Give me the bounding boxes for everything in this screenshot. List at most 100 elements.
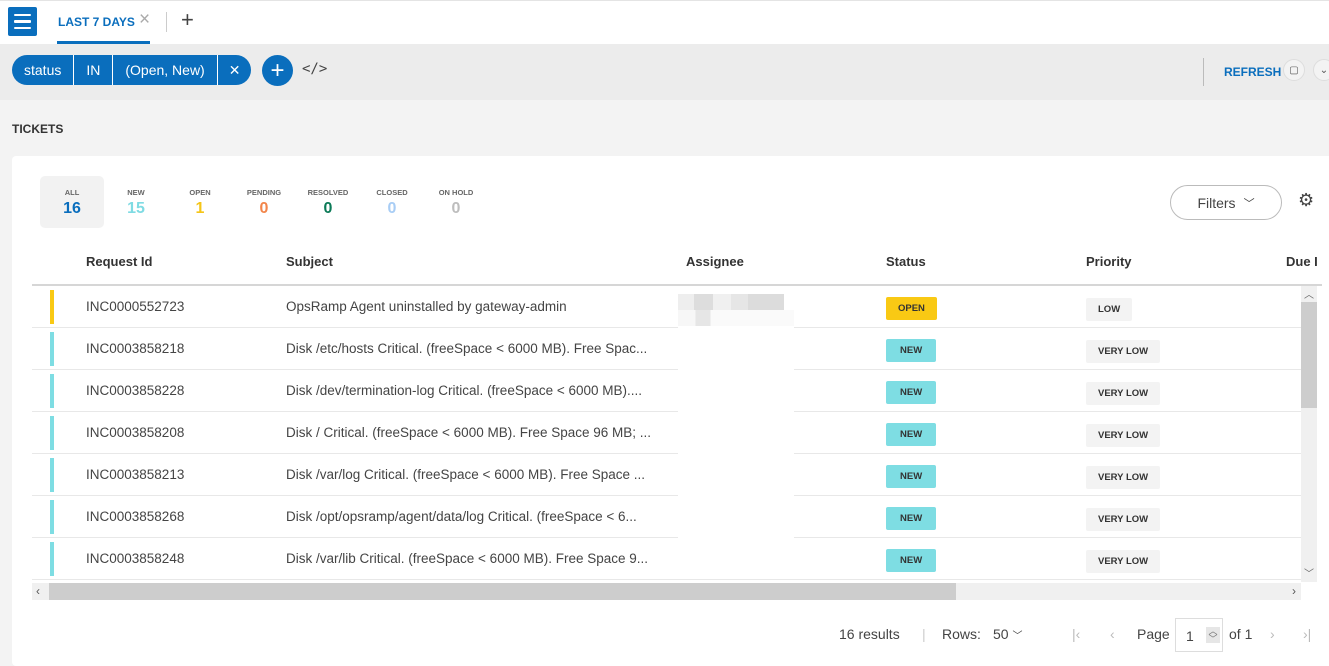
status-badge: OPEN bbox=[886, 297, 937, 320]
status-badge: NEW bbox=[886, 423, 937, 446]
scroll-right-icon[interactable]: › bbox=[1292, 584, 1296, 598]
table-row[interactable]: INC0003858218 Disk /etc/hosts Critical. (… bbox=[32, 328, 1301, 370]
column-header-due[interactable]: Due I bbox=[1286, 254, 1318, 269]
status-indicator bbox=[50, 332, 54, 366]
page-label: Page bbox=[1137, 626, 1170, 642]
subject[interactable]: Disk /var/lib Critical. (freeSpace < 600… bbox=[286, 551, 648, 566]
remove-filter-icon[interactable]: ✕ bbox=[218, 55, 252, 85]
table-row[interactable]: INC0003858208 Disk / Critical. (freeSpace… bbox=[32, 412, 1301, 454]
page-number-input[interactable]: 1 ︿ ﹀ bbox=[1175, 618, 1223, 652]
priority-badge: VERY LOW bbox=[1086, 382, 1161, 405]
first-page-icon[interactable]: |‹ bbox=[1072, 626, 1080, 642]
column-header-subject[interactable]: Subject bbox=[286, 254, 333, 269]
filters-button[interactable]: Filters ﹀ bbox=[1170, 185, 1282, 220]
stat-pending[interactable]: PENDING 0 bbox=[232, 176, 296, 228]
scroll-up-icon[interactable]: ︿ bbox=[1304, 286, 1314, 301]
last-page-icon[interactable]: ›| bbox=[1303, 626, 1311, 642]
request-id[interactable]: INC0003858268 bbox=[86, 509, 184, 524]
subject[interactable]: Disk /dev/termination-log Critical. (fre… bbox=[286, 383, 642, 398]
add-filter-button[interactable]: + bbox=[262, 55, 293, 86]
stat-all[interactable]: ALL 16 bbox=[40, 176, 104, 228]
filters-label: Filters bbox=[1197, 194, 1236, 211]
stat-value: 15 bbox=[127, 200, 145, 217]
auto-refresh-icon[interactable]: ▢ bbox=[1283, 59, 1305, 81]
rows-per-page-select[interactable]: 50 ﹀ bbox=[993, 626, 1022, 642]
table-row[interactable]: INC0003858248 Disk /var/lib Critical. (fr… bbox=[32, 538, 1301, 580]
filter-value[interactable]: (Open, New) bbox=[113, 55, 218, 85]
stat-label: PENDING bbox=[246, 188, 282, 197]
tab-label: LAST 7 DAYS bbox=[58, 15, 135, 29]
page-title: TICKETS bbox=[12, 122, 64, 136]
subject[interactable]: Disk / Critical. (freeSpace < 6000 MB). … bbox=[286, 425, 651, 440]
tab-last-7-days[interactable]: LAST 7 DAYS × bbox=[57, 1, 150, 45]
stat-closed[interactable]: CLOSED 0 bbox=[360, 176, 424, 228]
priority-badge: VERY LOW bbox=[1086, 466, 1161, 489]
next-page-icon[interactable]: › bbox=[1270, 626, 1275, 642]
code-view-icon[interactable]: </> bbox=[302, 61, 327, 77]
chevron-down-icon[interactable]: ⌄ bbox=[1313, 59, 1329, 81]
filter-bar: status IN (Open, New) ✕ + </> REFRESH ▢ … bbox=[0, 44, 1329, 100]
page-value: 1 bbox=[1186, 628, 1194, 644]
column-header-status[interactable]: Status bbox=[886, 254, 926, 269]
stat-value: 1 bbox=[195, 200, 205, 217]
subject[interactable]: Disk /etc/hosts Critical. (freeSpace < 6… bbox=[286, 341, 647, 356]
close-tab-icon[interactable]: × bbox=[139, 10, 150, 29]
results-count: 16 results bbox=[839, 626, 900, 642]
stat-open[interactable]: OPEN 1 bbox=[168, 176, 232, 228]
stat-resolved[interactable]: RESOLVED 0 bbox=[296, 176, 360, 228]
horizontal-scrollbar[interactable]: ‹ › bbox=[32, 583, 1301, 600]
gear-icon[interactable]: ⚙ bbox=[1298, 191, 1314, 209]
page-stepper-icon[interactable]: ︿ ﹀ bbox=[1206, 627, 1220, 644]
hamburger-menu-icon[interactable] bbox=[8, 7, 37, 36]
request-id[interactable]: INC0003858208 bbox=[86, 425, 184, 440]
priority-badge: VERY LOW bbox=[1086, 340, 1161, 363]
stat-on-hold[interactable]: ON HOLD 0 bbox=[424, 176, 488, 228]
request-id[interactable]: INC0003858218 bbox=[86, 341, 184, 356]
subject[interactable]: OpsRamp Agent uninstalled by gateway-adm… bbox=[286, 299, 567, 314]
status-indicator bbox=[50, 374, 54, 408]
request-id[interactable]: INC0003858248 bbox=[86, 551, 184, 566]
filter-operator[interactable]: IN bbox=[74, 55, 114, 85]
chevron-down-icon: ﹀ bbox=[1012, 631, 1023, 642]
stat-label: NEW bbox=[127, 188, 145, 197]
status-badge: NEW bbox=[886, 507, 937, 530]
request-id[interactable]: INC0000552723 bbox=[86, 299, 184, 314]
add-tab-icon[interactable]: + bbox=[181, 9, 194, 31]
vertical-scrollbar[interactable]: ︿ ﹀ bbox=[1301, 286, 1317, 582]
horizontal-scroll-thumb[interactable] bbox=[49, 583, 956, 600]
status-badge: NEW bbox=[886, 339, 937, 362]
rows-label: Rows: bbox=[942, 626, 981, 642]
status-indicator bbox=[50, 290, 54, 324]
divider: | bbox=[922, 626, 926, 642]
filter-field[interactable]: status bbox=[12, 55, 75, 85]
scroll-down-icon[interactable]: ﹀ bbox=[1304, 565, 1314, 580]
chevron-down-icon: ﹀ bbox=[1243, 197, 1255, 210]
table-row[interactable]: INC0003858268 Disk /opt/opsramp/agent/dat… bbox=[32, 496, 1301, 538]
stat-new[interactable]: NEW 15 bbox=[104, 176, 168, 228]
table-row[interactable]: INC0000552723 OpsRamp Agent uninstalled b… bbox=[32, 286, 1301, 328]
previous-page-icon[interactable]: ‹ bbox=[1110, 626, 1115, 642]
stat-label: ALL bbox=[64, 188, 80, 197]
status-indicator bbox=[50, 416, 54, 450]
stat-label: RESOLVED bbox=[307, 188, 349, 197]
column-header-assignee[interactable]: Assignee bbox=[686, 254, 744, 269]
divider bbox=[1203, 58, 1204, 86]
tickets-card: ALL 16 NEW 15 OPEN 1 PENDING 0 RESOLVED … bbox=[12, 156, 1329, 666]
table-row[interactable]: INC0003858228 Disk /dev/termination-log C… bbox=[32, 370, 1301, 412]
request-id[interactable]: INC0003858228 bbox=[86, 383, 184, 398]
status-badge: NEW bbox=[886, 549, 937, 572]
scroll-left-icon[interactable]: ‹ bbox=[36, 584, 40, 598]
status-indicator bbox=[50, 458, 54, 492]
subject[interactable]: Disk /opt/opsramp/agent/data/log Critica… bbox=[286, 509, 637, 524]
column-header-priority[interactable]: Priority bbox=[1086, 254, 1132, 269]
status-indicator bbox=[50, 500, 54, 534]
vertical-scroll-thumb[interactable] bbox=[1301, 302, 1317, 408]
filter-chip[interactable]: status IN (Open, New) ✕ bbox=[12, 55, 252, 85]
column-header-request-id[interactable]: Request Id bbox=[86, 254, 152, 269]
refresh-button[interactable]: REFRESH bbox=[1224, 65, 1281, 79]
rows-value: 50 bbox=[993, 626, 1009, 642]
table-row[interactable]: INC0003858213 Disk /var/log Critical. (fr… bbox=[32, 454, 1301, 496]
request-id[interactable]: INC0003858213 bbox=[86, 467, 184, 482]
status-indicator bbox=[50, 542, 54, 576]
subject[interactable]: Disk /var/log Critical. (freeSpace < 600… bbox=[286, 467, 645, 482]
